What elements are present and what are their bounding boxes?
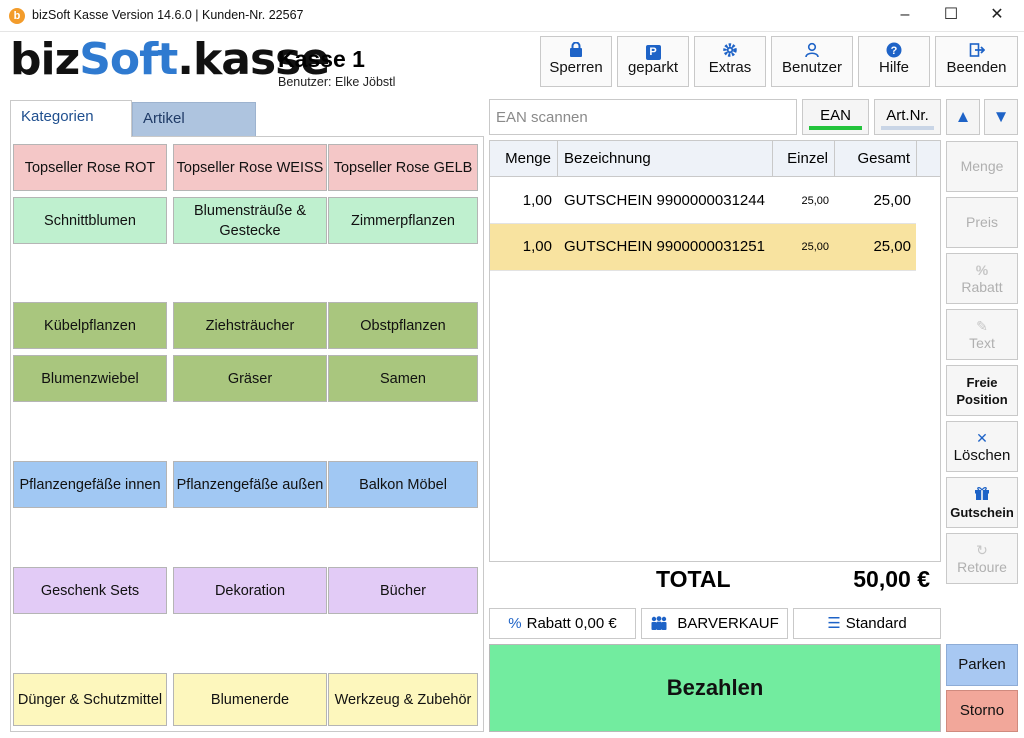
category-buecher[interactable]: Bücher (328, 567, 478, 614)
col-bezeichnung: Bezeichnung (558, 141, 773, 177)
scroll-up-button[interactable]: ▲ (946, 99, 980, 135)
category-blumenzwiebel[interactable]: Blumenzwiebel (13, 355, 167, 402)
artnr-indicator (881, 126, 934, 130)
category-werkzeug[interactable]: Werkzeug & Zubehör (328, 673, 478, 726)
category-pflanzengefaesse-innen[interactable]: Pflanzengefäße innen (13, 461, 167, 508)
verkaufsart-button[interactable]: BARVERKAUF (641, 608, 788, 639)
category-topseller-rose-weiss[interactable]: Topseller Rose WEISS (173, 144, 327, 191)
tab-artikel[interactable]: Artikel (132, 102, 256, 137)
help-icon: ? (859, 37, 929, 59)
extras-button[interactable]: Extras (694, 36, 766, 87)
percent-icon: % (975, 262, 989, 278)
parken-button[interactable]: Parken (946, 644, 1018, 686)
scroll-down-button[interactable]: ▼ (984, 99, 1018, 135)
delete-x-icon: ✕ (976, 430, 988, 446)
svg-text:?: ? (891, 45, 898, 57)
category-zimmerpflanzen[interactable]: Zimmerpflanzen (328, 197, 478, 244)
col-gesamt: Gesamt (835, 141, 917, 177)
lock-icon (541, 37, 611, 59)
maximize-button[interactable]: ☐ (928, 0, 974, 32)
category-schnittblumen[interactable]: Schnittblumen (13, 197, 167, 244)
text-button[interactable]: ✎ Text (946, 309, 1018, 360)
title-bar: b bizSoft Kasse Version 14.6.0 | Kunden-… (0, 0, 1024, 32)
category-ziehstraeucher[interactable]: Ziehsträucher (173, 302, 327, 349)
category-samen[interactable]: Samen (328, 355, 478, 402)
category-dekoration[interactable]: Dekoration (173, 567, 327, 614)
freie-position-button[interactable]: Freie Position (946, 365, 1018, 416)
beenden-button[interactable]: Beenden (935, 36, 1018, 87)
customers-icon (650, 615, 672, 632)
artnr-mode-button[interactable]: Art.Nr. (874, 99, 941, 135)
pencil-icon: ✎ (976, 318, 988, 334)
table-row[interactable]: 1,00 GUTSCHEIN 9900000031244 25,00 25,00 (490, 178, 916, 224)
loeschen-button[interactable]: ✕ Löschen (946, 421, 1018, 472)
geparkt-button[interactable]: P geparkt (617, 36, 689, 87)
current-user: Benutzer: Elke Jöbstl (278, 75, 396, 89)
preis-button[interactable]: Preis (946, 197, 1018, 248)
ean-active-indicator (809, 126, 862, 130)
category-balkon-moebel[interactable]: Balkon Möbel (328, 461, 478, 508)
category-geschenk-sets[interactable]: Geschenk Sets (13, 567, 167, 614)
gift-icon (947, 478, 1017, 504)
menge-button[interactable]: Menge (946, 141, 1018, 192)
category-topseller-rose-rot[interactable]: Topseller Rose ROT (13, 144, 167, 191)
category-graeser[interactable]: Gräser (173, 355, 327, 402)
category-topseller-rose-gelb[interactable]: Topseller Rose GELB (328, 144, 478, 191)
refresh-icon: ↻ (976, 542, 988, 558)
ean-mode-button[interactable]: EAN (802, 99, 869, 135)
category-obstpflanzen[interactable]: Obstpflanzen (328, 302, 478, 349)
table-header: Menge Bezeichnung Einzel Gesamt (490, 141, 940, 177)
hilfe-button[interactable]: ? Hilfe (858, 36, 930, 87)
gutschein-button[interactable]: Gutschein (946, 477, 1018, 528)
storno-button[interactable]: Storno (946, 690, 1018, 732)
ean-scan-input[interactable]: EAN scannen (489, 99, 797, 135)
rabatt-button[interactable]: % Rabatt 0,00 € (489, 608, 636, 639)
receipt-table: Menge Bezeichnung Einzel Gesamt 1,00 GUT… (489, 140, 941, 562)
preisliste-button[interactable]: ☰ Standard (793, 608, 941, 639)
table-row-selected[interactable]: 1,00 GUTSCHEIN 9900000031251 25,00 25,00 (490, 224, 916, 270)
total-value: 50,00 € (853, 566, 930, 592)
col-menge: Menge (490, 141, 558, 177)
benutzer-button[interactable]: Benutzer (771, 36, 853, 87)
app-icon: b (9, 8, 25, 24)
parking-icon: P (618, 37, 688, 60)
category-blumenerde[interactable]: Blumenerde (173, 673, 327, 726)
retoure-button[interactable]: ↻ Retoure (946, 533, 1018, 584)
list-icon: ☰ (827, 615, 841, 632)
percent-icon: % (508, 615, 522, 632)
register-title: Kasse 1 (278, 46, 365, 72)
window-title: bizSoft Kasse Version 14.6.0 | Kunden-Nr… (32, 8, 304, 22)
close-button[interactable]: ✕ (974, 0, 1020, 32)
category-blumenstraeusse[interactable]: Blumensträuße & Gestecke (173, 197, 327, 244)
bezahlen-button[interactable]: Bezahlen (489, 644, 941, 732)
gear-icon (695, 37, 765, 59)
category-duenger[interactable]: Dünger & Schutzmittel (13, 673, 167, 726)
exit-icon (936, 37, 1017, 59)
col-einzel: Einzel (773, 141, 835, 177)
user-icon (772, 37, 852, 59)
sperren-button[interactable]: Sperren (540, 36, 612, 87)
tab-kategorien[interactable]: Kategorien (10, 100, 132, 137)
minimize-button[interactable]: – (882, 0, 928, 32)
rabatt-side-button[interactable]: % Rabatt (946, 253, 1018, 304)
total-label: TOTAL (656, 566, 731, 592)
category-pflanzengefaesse-aussen[interactable]: Pflanzengefäße außen (173, 461, 327, 508)
category-kuebelpflanzen[interactable]: Kübelpflanzen (13, 302, 167, 349)
